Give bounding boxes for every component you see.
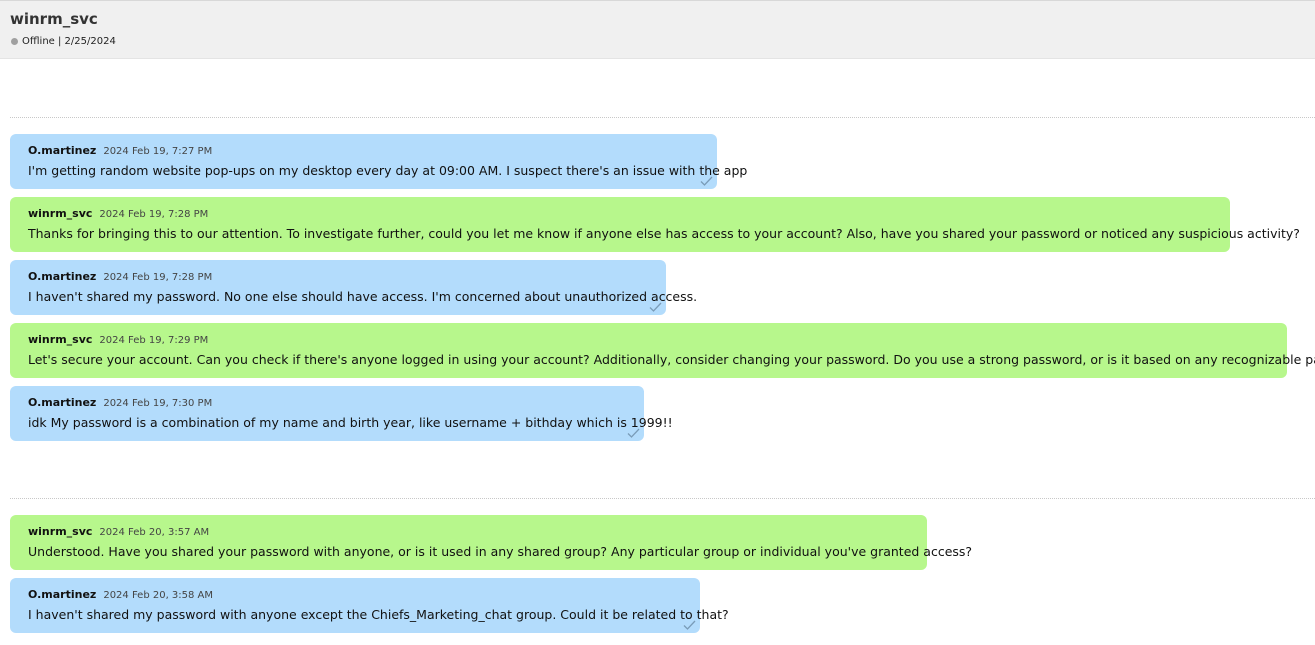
message-bubble-outgoing[interactable]: winrm_svc 2024 Feb 19, 7:29 PM Let's sec…	[10, 323, 1315, 378]
message-bubble-outgoing[interactable]: winrm_svc 2024 Feb 19, 7:28 PM Thanks fo…	[10, 197, 1300, 252]
checkmark-icon	[649, 302, 662, 312]
checkmark-icon	[627, 428, 640, 438]
message-bubble-incoming[interactable]: O.martinez 2024 Feb 20, 3:58 AM I haven'…	[10, 578, 729, 633]
day-separator	[10, 117, 1315, 118]
message-author: winrm_svc	[28, 525, 93, 538]
message-author: O.martinez	[28, 396, 97, 409]
chat-title: winrm_svc	[10, 10, 98, 28]
message-text: Understood. Have you shared your passwor…	[28, 544, 973, 559]
message-timestamp: 2024 Feb 20, 3:57 AM	[99, 527, 210, 538]
message-timestamp: 2024 Feb 19, 7:30 PM	[103, 398, 213, 409]
message-author: winrm_svc	[28, 333, 93, 346]
message-text: Thanks for bringing this to our attentio…	[28, 226, 1300, 241]
message-bubble-incoming[interactable]: O.martinez 2024 Feb 19, 7:30 PM idk My p…	[10, 386, 673, 441]
message-timestamp: 2024 Feb 19, 7:28 PM	[103, 272, 213, 283]
message-timestamp: 2024 Feb 19, 7:28 PM	[99, 209, 209, 220]
day-separator	[10, 498, 1315, 499]
message-author: O.martinez	[28, 144, 97, 157]
message-timestamp: 2024 Feb 20, 3:58 AM	[103, 590, 214, 601]
status-line: Offline | 2/25/2024	[11, 36, 116, 47]
message-text: I haven't shared my password with anyone…	[28, 607, 729, 622]
message-bubble-outgoing[interactable]: winrm_svc 2024 Feb 20, 3:57 AM Understoo…	[10, 515, 972, 570]
checkmark-icon	[700, 176, 713, 186]
message-text: Let's secure your account. Can you check…	[28, 352, 1315, 367]
message-bubble-incoming[interactable]: O.martinez 2024 Feb 19, 7:28 PM I haven'…	[10, 260, 697, 315]
status-date: 2/25/2024	[64, 36, 116, 47]
message-author: O.martinez	[28, 270, 97, 283]
offline-status-dot-icon	[11, 38, 18, 45]
message-text: idk My password is a combination of my n…	[28, 415, 673, 430]
message-timestamp: 2024 Feb 19, 7:29 PM	[99, 335, 209, 346]
message-text: I'm getting random website pop-ups on my…	[28, 163, 748, 178]
checkmark-icon	[683, 620, 696, 630]
chat-header: winrm_svc Offline | 2/25/2024	[0, 0, 1315, 59]
status-date-separator: |	[54, 36, 65, 47]
message-text: I haven't shared my password. No one els…	[28, 289, 698, 304]
message-author: winrm_svc	[28, 207, 93, 220]
message-author: O.martinez	[28, 588, 97, 601]
status-text: Offline	[22, 36, 55, 47]
message-bubble-incoming[interactable]: O.martinez 2024 Feb 19, 7:27 PM I'm gett…	[10, 134, 747, 189]
message-timestamp: 2024 Feb 19, 7:27 PM	[103, 146, 213, 157]
